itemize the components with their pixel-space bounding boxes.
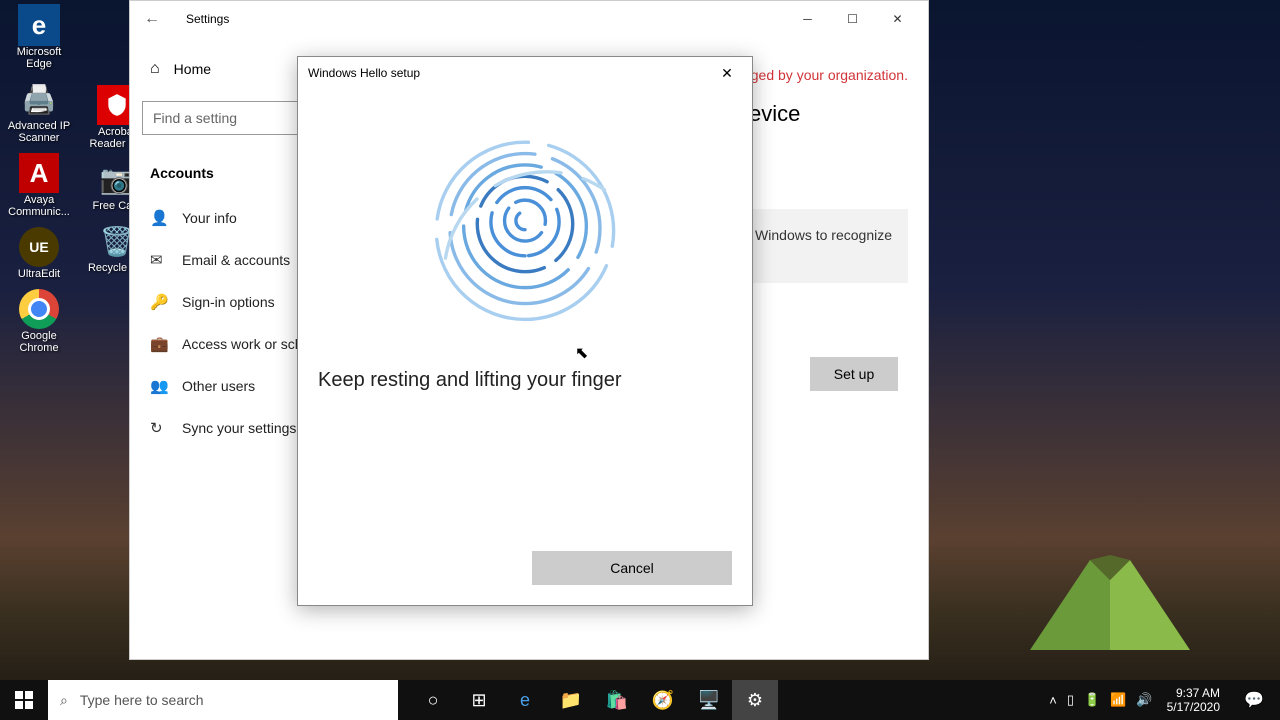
taskbar-search-input[interactable]: ⌕ Type here to search [48,680,398,720]
hello-close-button[interactable]: ✕ [712,65,742,82]
scanner-icon: 🖨️ [18,78,60,120]
taskbar-settings[interactable]: ⚙ [732,680,778,720]
taskbar-store[interactable]: 🛍️ [594,680,640,720]
desktop-icon-ultraedit[interactable]: UE UltraEdit [4,226,74,280]
tray-volume-icon[interactable]: 🔊 [1136,692,1152,708]
action-center-button[interactable]: 💬 [1234,690,1274,710]
tray-chevron-up-icon[interactable]: ˄ [1049,693,1057,708]
close-button[interactable]: ✕ [875,5,920,33]
avaya-icon: A [19,153,59,193]
briefcase-icon: 💼 [150,335,168,353]
start-button[interactable] [0,680,48,720]
desktop-icon-ipscanner[interactable]: 🖨️ Advanced IP Scanner [4,78,74,144]
person-icon: 👤 [150,209,168,227]
window-title: Settings [166,12,785,26]
chrome-icon [19,289,59,329]
task-view-button[interactable]: ⊞ [456,680,502,720]
minimize-button[interactable]: ─ [785,5,830,33]
desktop-icon-chrome[interactable]: Google Chrome [4,288,74,354]
windows-icon [15,691,33,709]
taskbar-app[interactable]: 🖥️ [686,680,732,720]
edge-icon: e [18,4,60,46]
cortana-button[interactable]: ○ [410,680,456,720]
sync-icon: ↻ [150,419,168,437]
desktop-icon-edge[interactable]: e Microsoft Edge [4,4,74,70]
key-icon: 🔑 [150,293,168,311]
settings-titlebar: ← Settings ─ ☐ ✕ [130,1,928,37]
ultraedit-icon: UE [19,227,59,267]
taskbar-edge[interactable]: e [502,680,548,720]
windows-hello-dialog: Windows Hello setup ✕ Keep resting and l… [297,56,753,606]
hello-title: Windows Hello setup [308,66,712,80]
tray-onedrive-icon[interactable]: ▯ [1067,692,1074,708]
hello-instruction: Keep resting and lifting your finger [318,369,622,392]
search-icon: ⌕ [60,692,68,709]
fingerprint-icon [410,99,640,349]
back-button[interactable]: ← [138,10,166,28]
cancel-button[interactable]: Cancel [532,551,732,585]
mail-icon: ✉ [150,251,168,269]
wallpaper-tent [1020,550,1200,660]
people-icon: 👥 [150,377,168,395]
taskbar-explorer[interactable]: 📁 [548,680,594,720]
system-tray: ˄ ▯ 🔋 📶 🔊 9:37 AM 5/17/2020 💬 [1049,680,1280,720]
setup-button[interactable]: Set up [810,357,898,391]
tray-wifi-icon[interactable]: 📶 [1110,692,1126,708]
tray-battery-icon[interactable]: 🔋 [1084,692,1100,708]
desktop-icon-avaya[interactable]: A Avaya Communic... [4,152,74,218]
taskbar: ⌕ Type here to search ○ ⊞ e 📁 🛍️ 🧭 🖥️ ⚙ … [0,680,1280,720]
hello-titlebar: Windows Hello setup ✕ [298,57,752,89]
home-icon: ⌂ [150,60,160,78]
taskbar-clock[interactable]: 9:37 AM 5/17/2020 [1161,686,1226,715]
taskbar-safari[interactable]: 🧭 [640,680,686,720]
maximize-button[interactable]: ☐ [830,5,875,33]
